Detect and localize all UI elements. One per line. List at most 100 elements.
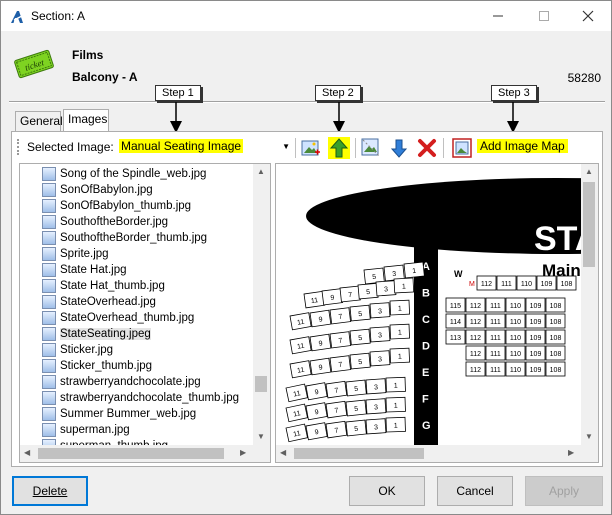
list-scroll-thumb[interactable] [255,376,267,392]
image-scroll-right-arrow-icon[interactable]: ▶ [568,448,574,457]
image-file-icon [42,167,56,181]
seat-label: 11 [297,343,305,351]
seat-label: 111 [490,351,501,358]
move-up-button[interactable] [328,137,350,159]
image-vertical-scrollbar[interactable]: ▲ ▼ [581,164,598,446]
list-item[interactable]: Song of the Spindle_web.jpg [20,166,206,182]
list-item[interactable]: Sprite.jpg [20,246,109,262]
move-down-button[interactable] [388,137,410,159]
seat-block: 115 [445,297,466,313]
image-map-icon [452,138,472,158]
image-file-icon [42,423,56,437]
delete-button[interactable]: Delete [12,476,88,506]
apply-button-label: Apply [548,484,580,498]
image-horizontal-scrollbar[interactable]: ◀ ▶ [276,445,582,462]
scroll-up-arrow-icon[interactable]: ▲ [257,167,265,176]
list-item[interactable]: strawberryandchocolate.jpg [20,374,201,390]
seat-block: 7 [329,355,352,373]
list-item[interactable]: Summer Bummer_web.jpg [20,406,196,422]
seat-label: 112 [481,281,492,288]
add-image-map-link[interactable]: Add Image Map [477,139,568,153]
image-file-icon [42,375,56,389]
list-item-label: SouthoftheBorder_thumb.jpg [60,232,208,244]
apply-button[interactable]: Apply [525,476,603,506]
seat-label: 109 [541,281,553,288]
arrow-up-icon [330,138,348,158]
seat-block: 108 [545,361,566,377]
add-image-button[interactable] [300,137,322,159]
tab-images[interactable]: Images [63,109,109,131]
seat-block: 1 [393,277,415,294]
scroll-right-arrow-icon[interactable]: ▶ [240,448,246,457]
list-item[interactable]: StateOverhead.jpg [20,294,156,310]
ok-button[interactable]: OK [349,476,425,506]
seat-label: 110 [510,319,521,326]
image-file-icon [42,391,56,405]
list-horizontal-scrollbar[interactable]: ◀ ▶ [20,445,270,462]
row-letter: D [422,341,430,353]
seat-block: 3 [375,280,397,297]
scroll-left-arrow-icon[interactable]: ◀ [24,448,30,457]
seat-block: 5 [345,399,367,417]
image-file-icon [42,359,56,373]
seat-label: 3 [378,356,382,363]
scroll-down-arrow-icon[interactable]: ▼ [257,432,265,441]
seat-block: 1 [385,376,406,393]
seat-label: 3 [378,332,382,339]
seat-block: 5 [349,304,371,322]
list-item[interactable]: Sticker.jpg [20,342,113,358]
seat-block: 7 [329,307,352,325]
seat-label: 3 [384,286,388,293]
image-vscroll-thumb[interactable] [583,182,595,267]
image-file-list[interactable]: Song of the Spindle_web.jpg SonOfBabylon.… [19,163,271,463]
seat-block: 5 [349,328,371,346]
seat-block: 3 [365,398,387,415]
list-item[interactable]: State Hat.jpg [20,262,126,278]
seat-block: 11 [303,290,326,309]
seat-block: 112 [465,345,486,361]
list-item[interactable]: StateSeating.jpeg [20,326,151,342]
image-file-icon [42,247,56,261]
list-item-label: StateOverhead_thumb.jpg [60,312,195,324]
image-hscroll-thumb[interactable] [294,448,424,459]
list-item[interactable]: SonOfBabylon.jpg [20,182,153,198]
seat-block: 1 [403,261,425,279]
edit-image-button[interactable] [360,137,382,159]
list-item-label: State Hat_thumb.jpg [60,280,165,292]
list-item[interactable]: State Hat_thumb.jpg [20,278,165,294]
list-hscroll-thumb[interactable] [38,448,224,459]
seat-label: 108 [550,303,562,310]
selected-image-dropdown[interactable]: Manual Seating Image ▼ [116,137,292,158]
seat-block: 3 [369,326,391,343]
toolbar-separator [295,138,296,158]
tab-general[interactable]: General [15,111,63,131]
list-item[interactable]: SouthoftheBorder_thumb.jpg [20,230,207,246]
seat-block: 9 [321,288,344,306]
list-item[interactable]: StateOverhead_thumb.jpg [20,310,194,326]
seat-label: 11 [293,390,302,398]
seat-block: 110 [505,329,526,345]
image-map-button[interactable] [451,137,473,159]
list-item[interactable]: SouthoftheBorder.jpg [20,214,168,230]
seat-label: 109 [530,303,542,310]
seat-block: 110 [516,275,537,291]
image-scroll-up-arrow-icon[interactable]: ▲ [585,167,593,176]
dropdown-arrow-icon: ▼ [282,142,290,151]
list-vertical-scrollbar[interactable]: ▲ ▼ [253,164,270,446]
list-item[interactable]: Sticker_thumb.jpg [20,358,152,374]
list-item[interactable]: superman.jpg [20,422,130,438]
image-scroll-down-arrow-icon[interactable]: ▼ [585,432,593,441]
list-item[interactable]: strawberryandchocolate_thumb.jpg [20,390,239,406]
seat-label: 1 [402,283,406,290]
stage-label: STA [534,220,582,258]
seat-block: 3 [365,378,387,395]
section-window: Section: A ticket Films Balcony - A 5828… [0,0,612,515]
row-m-label: M [469,281,475,288]
image-file-icon [42,183,56,197]
image-scroll-left-arrow-icon[interactable]: ◀ [280,448,286,457]
list-item[interactable]: SonOfBabylon_thumb.jpg [20,198,191,214]
image-toolbar: Selected Image: Manual Seating Image ▼ A… [15,136,597,160]
delete-image-button[interactable] [416,137,438,159]
cancel-button[interactable]: Cancel [437,476,513,506]
seat-block: 114 [445,313,466,329]
